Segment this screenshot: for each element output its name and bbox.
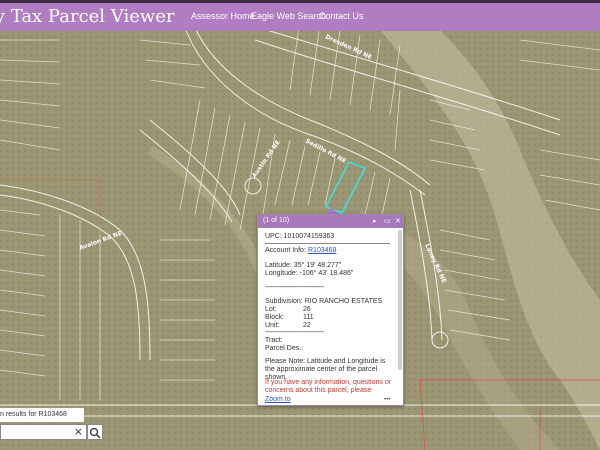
app-title: nty Tax Parcel Viewer bbox=[0, 6, 175, 27]
subdivision-text: Subdivision: RIO RANCHO ESTATES bbox=[265, 298, 383, 305]
tract-label: Tract: bbox=[265, 337, 283, 344]
maximize-icon[interactable]: ▭ bbox=[384, 217, 391, 226]
lot-value: 26 bbox=[303, 306, 311, 313]
popup-scrollbar[interactable] bbox=[398, 230, 402, 370]
popup-content: UPC: 1010074159363 Account Info: R103468… bbox=[258, 228, 395, 395]
popup-divider bbox=[265, 243, 390, 244]
account-info-label: Account Info: bbox=[265, 247, 306, 254]
parcel-des-label: Parcel Des.: bbox=[265, 345, 304, 352]
search-input[interactable]: × bbox=[0, 424, 87, 440]
popup-pointer bbox=[326, 207, 338, 214]
nav-eagle-web-search[interactable]: Eagle Web Search bbox=[251, 11, 326, 21]
longitude-text: Longitude: -106° 43' 18.486" bbox=[265, 270, 354, 277]
header-top-strip bbox=[0, 0, 600, 3]
next-feature-icon[interactable]: ▸ bbox=[373, 217, 377, 226]
parcel-popup: (1 of 10) ▸ ▭ ✕ UPC: 1010074159363 Accou… bbox=[257, 214, 404, 406]
block-label: Block: bbox=[265, 314, 285, 321]
popup-feature-count: (1 of 10) bbox=[263, 217, 290, 224]
lot-label: Lot: bbox=[265, 306, 277, 313]
more-actions-icon[interactable]: ••• bbox=[384, 396, 390, 404]
popup-footer: Zoom to ••• bbox=[258, 395, 403, 405]
contact-note: If you have any information, questions o… bbox=[265, 379, 392, 394]
upc-text: UPC: 1010074159363 bbox=[265, 233, 335, 240]
nav-contact-us[interactable]: Contact Us bbox=[319, 11, 364, 21]
clear-search-icon[interactable]: × bbox=[74, 425, 83, 439]
account-info-link[interactable]: R103468 bbox=[308, 247, 336, 255]
nav-assessor-home[interactable]: Assessor Home bbox=[191, 11, 255, 21]
block-value: 111 bbox=[303, 314, 314, 321]
search-icon bbox=[89, 427, 101, 439]
zoom-to-link[interactable]: Zoom to bbox=[265, 396, 291, 404]
search-button[interactable] bbox=[87, 424, 103, 440]
close-icon[interactable]: ✕ bbox=[395, 217, 401, 226]
dashed-divider-2: -------------------------------- bbox=[265, 329, 324, 336]
popup-header: (1 of 10) ▸ ▭ ✕ bbox=[258, 215, 403, 228]
search-results-text[interactable]: n results for R103468 bbox=[0, 408, 84, 422]
latitude-text: Latitude: 35° 19' 48.277" bbox=[265, 262, 342, 269]
dashed-divider: -------------------------------- bbox=[265, 284, 324, 291]
app-header: nty Tax Parcel Viewer Assessor Home Eagl… bbox=[0, 0, 600, 31]
